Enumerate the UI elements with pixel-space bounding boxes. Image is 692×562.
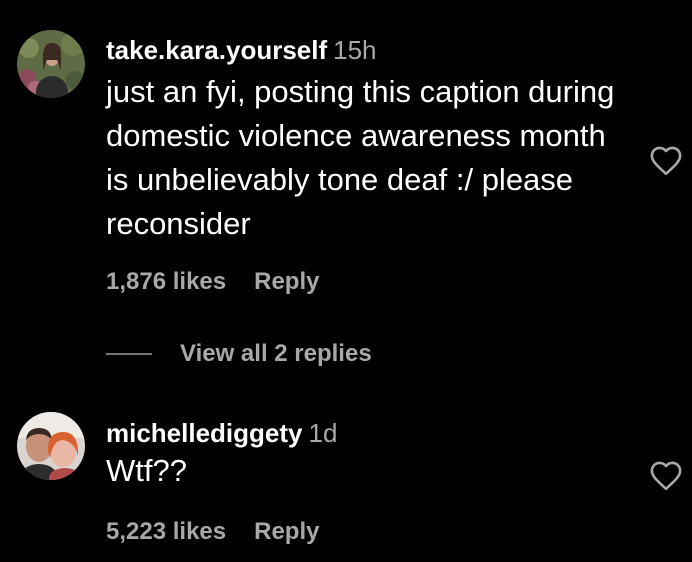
- comment-content: michellediggety 1d Wtf??: [106, 417, 636, 493]
- avatar[interactable]: [17, 30, 85, 98]
- heart-icon[interactable]: [648, 144, 684, 176]
- username[interactable]: michellediggety: [106, 418, 303, 448]
- comment-header: take.kara.yourself 15h: [106, 34, 636, 66]
- timestamp: 15h: [333, 35, 377, 65]
- reply-button[interactable]: Reply: [254, 268, 319, 296]
- reply-button[interactable]: Reply: [254, 518, 319, 546]
- comment-content: take.kara.yourself 15h just an fyi, posti…: [106, 34, 636, 246]
- avatar[interactable]: [17, 412, 85, 480]
- comment-actions: 1,876 likes Reply: [106, 268, 319, 296]
- avatar-photo: [17, 30, 85, 98]
- comment-actions: 5,223 likes Reply: [106, 518, 319, 546]
- comment-item: take.kara.yourself 15h just an fyi, posti…: [0, 0, 692, 330]
- view-replies-button[interactable]: View all 2 replies: [106, 340, 372, 368]
- comment-text: Wtf??: [106, 453, 187, 488]
- likes-count[interactable]: 1,876 likes: [106, 268, 226, 296]
- likes-count[interactable]: 5,223 likes: [106, 518, 226, 546]
- replies-divider: [106, 353, 152, 355]
- comment-text: just an fyi, posting this caption during…: [106, 74, 615, 241]
- view-replies-label: View all 2 replies: [180, 340, 372, 367]
- comment-thread: take.kara.yourself 15h just an fyi, posti…: [0, 0, 692, 562]
- username[interactable]: take.kara.yourself: [106, 35, 327, 65]
- comment-item: michellediggety 1d Wtf?? 5,223 likes Repl…: [0, 400, 692, 562]
- heart-icon[interactable]: [648, 459, 684, 491]
- timestamp: 1d: [308, 418, 338, 448]
- comment-header: michellediggety 1d: [106, 417, 636, 449]
- avatar-photo: [17, 412, 85, 480]
